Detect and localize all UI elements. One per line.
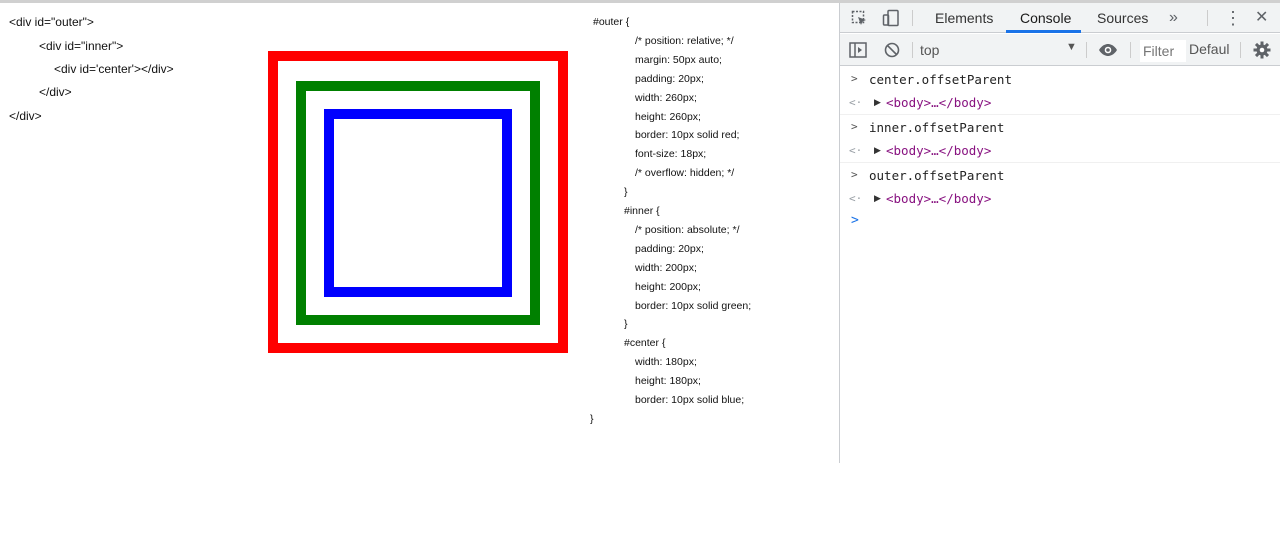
css-source-line: border: 10px solid blue; <box>635 394 745 406</box>
console-result-node[interactable]: <body>…</body> <box>886 95 991 110</box>
devtools-panel: Elements Console Sources » ⋮ ✕ top ▼ Def… <box>839 3 1280 463</box>
prompt-icon: > <box>851 168 858 181</box>
html-source-line: <div id="inner"> <box>39 39 124 53</box>
console-input-text: inner.offsetParent <box>869 120 1005 135</box>
chevron-down-icon[interactable]: ▼ <box>1066 41 1077 53</box>
devtools-tabbar: Elements Console Sources » ⋮ ✕ <box>840 3 1280 33</box>
console-message: > inner.offsetParent <· ▶ <body>…</body> <box>840 115 1280 163</box>
css-source-line: width: 260px; <box>635 91 697 104</box>
css-source-line: #inner { <box>624 205 660 217</box>
html-source-line: </div> <box>9 109 42 123</box>
return-value-icon: <· <box>849 192 863 205</box>
filter-input[interactable] <box>1140 40 1186 62</box>
css-source-line: height: 200px; <box>635 280 701 293</box>
device-toolbar-icon[interactable] <box>882 9 900 27</box>
return-value-icon: <· <box>849 144 863 157</box>
console-message: > center.offsetParent <· ▶ <body>…</body… <box>840 67 1280 115</box>
css-source-line: border: 10px solid green; <box>635 299 752 312</box>
css-source-line: } <box>590 412 594 425</box>
inspect-icon[interactable] <box>850 9 868 27</box>
center-box <box>324 109 512 297</box>
css-source-line: } <box>624 318 628 331</box>
page-content: <div id="outer"> <div id="inner"> <div i… <box>0 3 839 463</box>
console-input-prompt[interactable]: > <box>851 213 859 228</box>
prompt-icon: > <box>851 72 858 85</box>
gear-icon[interactable] <box>1253 41 1271 59</box>
clear-console-icon[interactable] <box>883 41 901 59</box>
sidebar-toggle-icon[interactable] <box>849 41 867 59</box>
css-source-line: font-size: 18px; <box>635 148 707 161</box>
log-level-selector[interactable]: Defaul <box>1189 41 1229 57</box>
css-source-line: height: 260px; <box>635 110 701 123</box>
expand-triangle-icon[interactable]: ▶ <box>874 145 881 156</box>
tab-sources[interactable]: Sources <box>1097 3 1148 33</box>
return-value-icon: <· <box>849 96 863 109</box>
css-source-line: width: 180px; <box>635 356 697 369</box>
css-source-line: padding: 20px; <box>635 242 704 255</box>
console-result-node[interactable]: <body>…</body> <box>886 143 991 158</box>
css-source-line: padding: 20px; <box>635 72 704 85</box>
css-source-line: #outer { <box>593 16 630 28</box>
toolbar-separator <box>1240 42 1241 58</box>
expand-triangle-icon[interactable]: ▶ <box>874 97 881 108</box>
css-source-line: margin: 50px auto; <box>635 53 722 66</box>
css-source-line: } <box>624 186 628 199</box>
console-input-text: outer.offsetParent <box>869 168 1005 183</box>
css-source-line: /* overflow: hidden; */ <box>635 167 735 180</box>
toolbar-separator <box>912 10 913 26</box>
css-source-line: /* position: absolute; */ <box>635 223 740 236</box>
tab-console[interactable]: Console <box>1020 3 1071 33</box>
console-input-text: center.offsetParent <box>869 72 1012 87</box>
console-result-node[interactable]: <body>…</body> <box>886 191 991 206</box>
toolbar-separator <box>1130 42 1131 58</box>
context-selector[interactable]: top <box>920 39 1080 61</box>
toolbar-separator <box>1086 42 1087 58</box>
toolbar-separator <box>912 42 913 58</box>
eye-icon[interactable] <box>1098 41 1118 59</box>
expand-triangle-icon[interactable]: ▶ <box>874 193 881 204</box>
css-source-line: border: 10px solid red; <box>635 129 740 142</box>
more-tabs-icon[interactable]: » <box>1169 3 1178 33</box>
console-output: > center.offsetParent <· ▶ <body>…</body… <box>840 67 1280 228</box>
html-source-line: <div id="outer"> <box>9 15 94 29</box>
css-source-line: #center { <box>624 337 666 350</box>
active-tab-indicator <box>1006 30 1081 33</box>
css-source-line: /* position: relative; */ <box>635 34 734 47</box>
tab-elements[interactable]: Elements <box>935 3 993 33</box>
customize-menu-icon[interactable]: ⋮ <box>1224 3 1242 33</box>
html-source-line: <div id='center'></div> <box>54 62 174 76</box>
html-source-line: </div> <box>39 85 72 99</box>
console-message: > outer.offsetParent <· ▶ <body>…</body> <box>840 163 1280 211</box>
prompt-icon: > <box>851 120 858 133</box>
close-devtools-icon[interactable]: ✕ <box>1255 3 1268 33</box>
css-source-line: height: 180px; <box>635 375 701 388</box>
toolbar-separator <box>1207 10 1208 26</box>
css-source-line: width: 200px; <box>635 261 697 274</box>
